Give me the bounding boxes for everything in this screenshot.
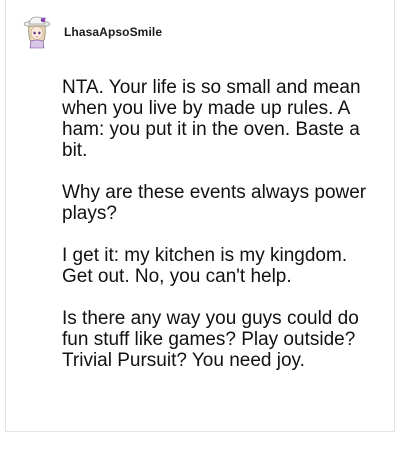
comment-paragraph: I get it: my kitchen is my kingdom. Get … bbox=[62, 245, 348, 287]
comment-card: LhasaApsoSmile NTA. Your life is so smal… bbox=[5, 0, 395, 432]
comment-author-username[interactable]: LhasaApsoSmile bbox=[64, 25, 162, 39]
character-avatar-icon[interactable] bbox=[22, 15, 52, 49]
comment-body: NTA. Your life is so small and mean when… bbox=[62, 77, 382, 392]
comment-paragraph: NTA. Your life is so small and mean when… bbox=[62, 77, 361, 161]
comment-paragraph: Is there any way you guys could do fun s… bbox=[62, 308, 359, 371]
comment-paragraph: Why are these events always power plays? bbox=[62, 182, 367, 224]
comment-header: LhasaApsoSmile bbox=[22, 14, 162, 50]
